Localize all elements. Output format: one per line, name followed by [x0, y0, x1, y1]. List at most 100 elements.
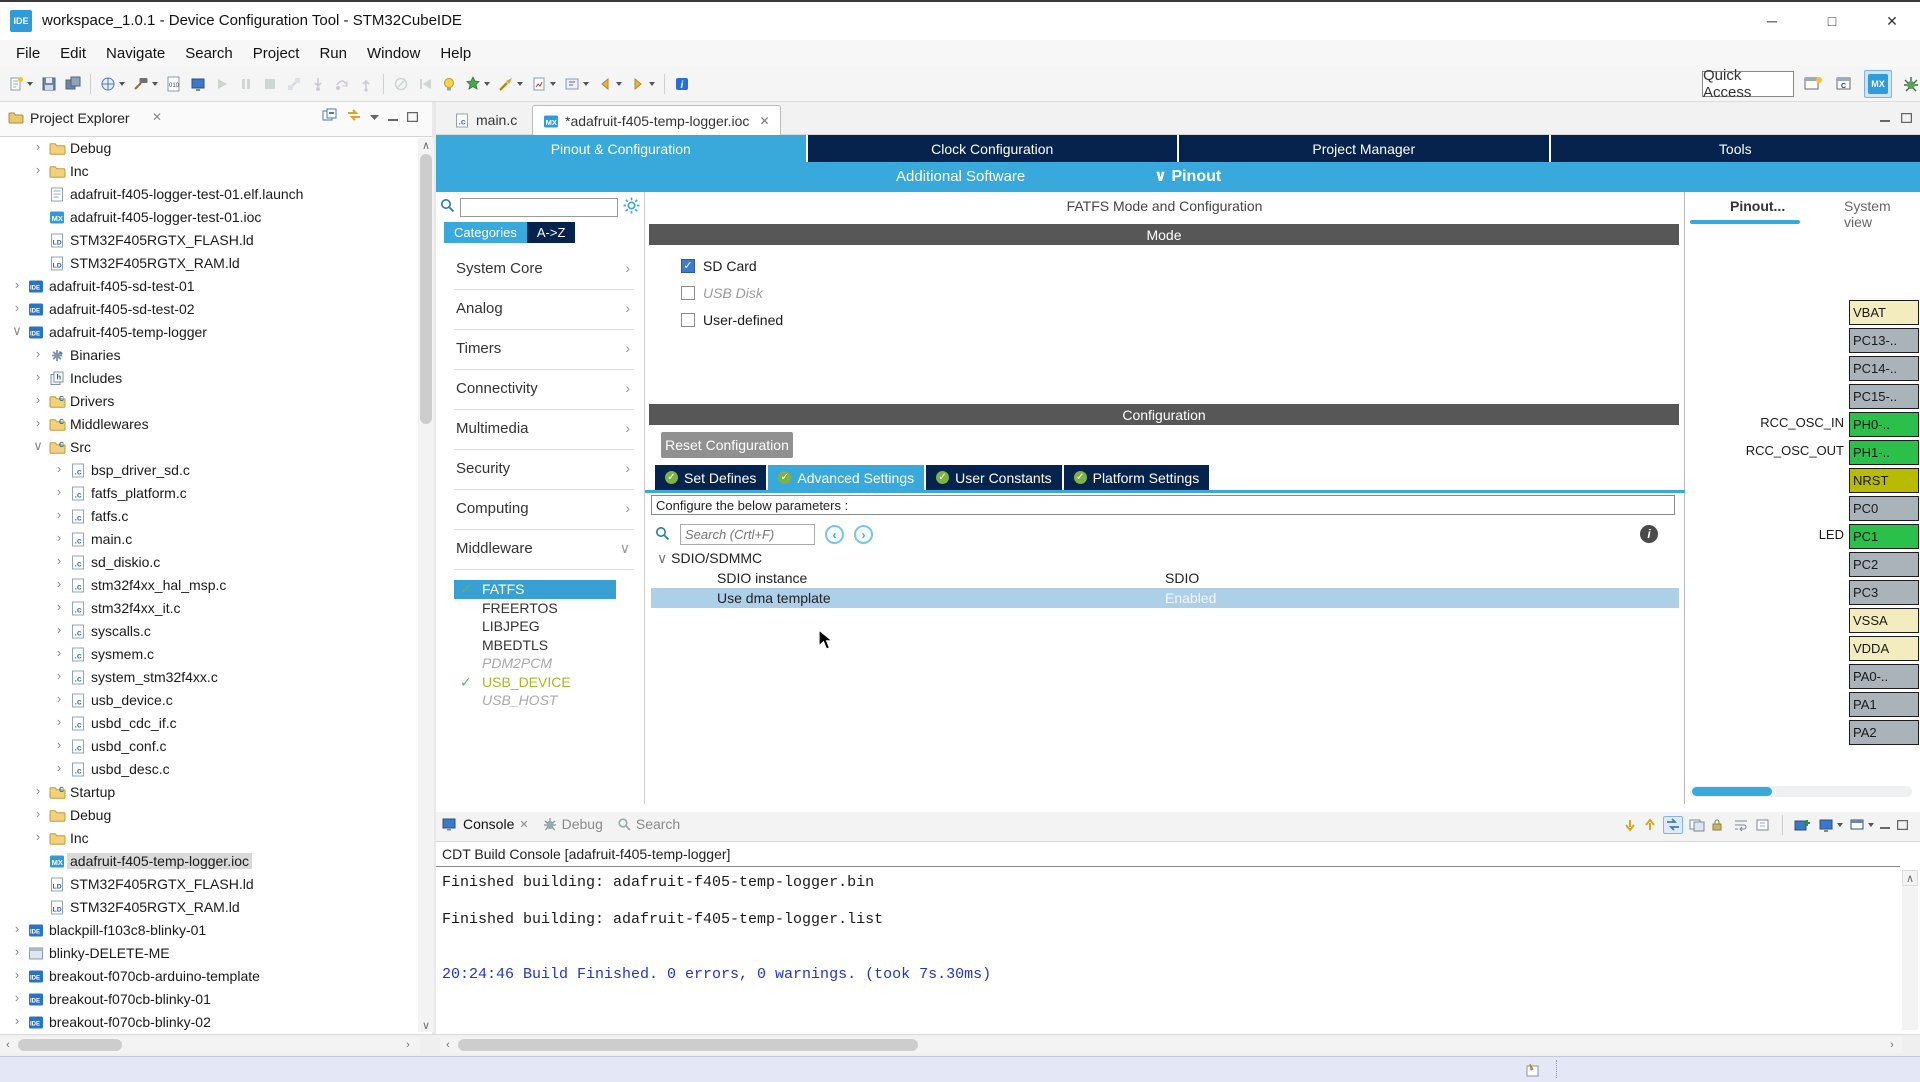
dropdown-caret-icon[interactable]	[27, 82, 33, 86]
open-console-icon[interactable]	[1849, 818, 1874, 832]
middleware-pdm2pcm[interactable]: PDM2PCM	[454, 654, 634, 673]
close-tab-icon[interactable]: ✕	[759, 114, 769, 128]
close-view-icon[interactable]: ✕	[152, 110, 162, 124]
pause-icon[interactable]	[235, 74, 257, 94]
expander-icon[interactable]: ›	[52, 507, 66, 522]
save-icon[interactable]	[38, 74, 60, 94]
update-software-icon[interactable]	[438, 74, 460, 94]
expander-icon[interactable]: ›	[52, 714, 66, 729]
chevron-right-icon[interactable]: ›	[625, 380, 630, 396]
tree-scroll-thumb[interactable]	[420, 154, 432, 424]
tree-item[interactable]: ›.cstm32f4xx_hal_msp.c	[0, 575, 418, 598]
pin-PC0[interactable]: PC0	[1849, 496, 1919, 521]
tree-item[interactable]: ›IDEbreakout-f070cb-blinky-02	[0, 1012, 418, 1032]
console-horizontal-scrollbar[interactable]: ‹ ›	[440, 1037, 1902, 1053]
new-wizard-icon[interactable]	[5, 74, 36, 94]
tree-item[interactable]: LDSTM32F405RGTX_FLASH.ld	[0, 874, 418, 897]
show-console-icon[interactable]	[1689, 818, 1705, 832]
expander-icon[interactable]: ›	[31, 369, 45, 384]
binary-icon[interactable]: 010	[163, 74, 185, 94]
category-system-core[interactable]: System Core›	[454, 250, 634, 290]
scroll-up-arrow[interactable]: ∧	[418, 138, 434, 152]
expander-icon[interactable]: ›	[52, 530, 66, 545]
expander-icon[interactable]: ›	[52, 622, 66, 637]
middleware-freertos[interactable]: FREERTOS	[454, 599, 634, 618]
parameter-value[interactable]: SDIO	[1165, 568, 1199, 588]
tree-item[interactable]: ›IDEblackpill-f103c8-blinky-01	[0, 920, 418, 943]
pin-PC3[interactable]: PC3	[1849, 580, 1919, 605]
tree-item[interactable]: ›IDEbreakout-f070cb-arduino-template	[0, 966, 418, 989]
scroll-down-arrow[interactable]: ∨	[418, 1018, 434, 1032]
expander-icon[interactable]: ›	[31, 139, 45, 154]
chevron-right-icon[interactable]: ›	[625, 420, 630, 436]
expander-icon[interactable]: ›	[31, 346, 45, 361]
expander-icon[interactable]: ›	[10, 1013, 24, 1028]
launch-mode-icon[interactable]	[97, 74, 128, 94]
tree-item[interactable]: ›blinky-DELETE-ME	[0, 943, 418, 966]
dropdown-caret-icon[interactable]	[1868, 823, 1874, 827]
tree-item[interactable]: ›Inc	[0, 828, 418, 851]
tree-item[interactable]: ›.cbsp_driver_sd.c	[0, 460, 418, 483]
clear-console-icon[interactable]	[1755, 818, 1771, 832]
tree-item[interactable]: ›CStartup	[0, 782, 418, 805]
mode-option-user-defined[interactable]: User-defined	[681, 306, 783, 333]
tree-item[interactable]: ›IDEadafruit-f405-sd-test-01	[0, 276, 418, 299]
collapse-all-icon[interactable]	[322, 108, 338, 125]
expander-icon[interactable]: ›	[31, 162, 45, 177]
category-multimedia[interactable]: Multimedia›	[454, 410, 634, 450]
gear-icon[interactable]	[623, 197, 640, 217]
scroll-left-arrow[interactable]: ‹	[2, 1038, 14, 1052]
dropdown-caret-icon[interactable]	[152, 82, 158, 86]
expander-icon[interactable]: ›	[31, 392, 45, 407]
console-tab-console[interactable]: Console✕	[442, 816, 529, 832]
tab-az[interactable]: A->Z	[527, 222, 576, 243]
expander-icon[interactable]: ›	[52, 599, 66, 614]
scroll-left-arrow[interactable]: ‹	[442, 1038, 454, 1052]
peripheral-search-input[interactable]	[460, 198, 618, 217]
menu-project[interactable]: Project	[243, 42, 310, 65]
expander-icon[interactable]: ›	[52, 737, 66, 752]
expander-icon[interactable]: ›	[31, 783, 45, 798]
config-tab-advanced-settings[interactable]: ✓Advanced Settings	[768, 465, 924, 490]
pin-PC14[interactable]: PC14-..	[1849, 356, 1919, 381]
tree-item[interactable]: LDSTM32F405RGTX_FLASH.ld	[0, 230, 418, 253]
menu-file[interactable]: File	[6, 42, 50, 65]
expander-icon[interactable]: ›	[52, 461, 66, 476]
console-vertical-scrollbar[interactable]: ∧	[1902, 870, 1918, 1030]
tree-item[interactable]: ›IDEadafruit-f405-sd-test-02	[0, 299, 418, 322]
scroll-up-icon[interactable]	[1643, 818, 1657, 832]
new-console-icon[interactable]	[1794, 818, 1812, 832]
scroll-right-arrow[interactable]: ›	[402, 1038, 414, 1052]
dropdown-caret-icon[interactable]	[1837, 823, 1843, 827]
close-tab-icon[interactable]: ✕	[519, 818, 528, 831]
tree-item[interactable]: MXadafruit-f405-logger-test-01.ioc	[0, 207, 418, 230]
tab-project-manager[interactable]: Project Manager	[1179, 135, 1549, 162]
expander-icon[interactable]: ›	[52, 484, 66, 499]
forward-icon[interactable]	[627, 74, 658, 94]
minimize-window-button[interactable]: ─	[1752, 8, 1792, 34]
config-tab-user-constants[interactable]: ✓User Constants	[926, 465, 1061, 490]
pinout-dropdown[interactable]: ∨ Pinout	[1154, 166, 1221, 186]
tree-item[interactable]: ›CDrivers	[0, 391, 418, 414]
tree-item[interactable]: ›Binaries	[0, 345, 418, 368]
pin-PC15[interactable]: PC15-..	[1849, 384, 1919, 409]
menu-search[interactable]: Search	[175, 42, 243, 65]
tab-pinout-view[interactable]: Pinout...	[1730, 198, 1785, 214]
editor-tab-2[interactable]: MX*adafruit-f405-temp-logger.ioc✕	[532, 105, 781, 136]
run-config-icon[interactable]	[495, 74, 526, 94]
collapse-all-params-icon[interactable]: ‹	[825, 525, 844, 544]
menu-window[interactable]: Window	[357, 42, 430, 65]
scroll-up-arrow[interactable]: ∧	[1902, 870, 1918, 886]
menu-navigate[interactable]: Navigate	[96, 42, 175, 65]
minimize-view-icon[interactable]	[388, 109, 399, 125]
expander-icon[interactable]: ›	[10, 921, 24, 936]
parameter-row[interactable]: Use dma templateEnabled	[651, 588, 1679, 608]
category-connectivity[interactable]: Connectivity›	[454, 370, 634, 410]
skip-breakpoints-icon[interactable]	[390, 74, 412, 94]
dropdown-caret-icon[interactable]	[517, 82, 523, 86]
mode-option-usb-disk[interactable]: USB Disk	[681, 279, 783, 306]
word-wrap-icon[interactable]	[1733, 818, 1749, 832]
pin-console-icon[interactable]	[1663, 816, 1683, 834]
checkbox-unchecked-icon[interactable]	[681, 286, 695, 300]
profile-icon[interactable]	[528, 74, 559, 94]
